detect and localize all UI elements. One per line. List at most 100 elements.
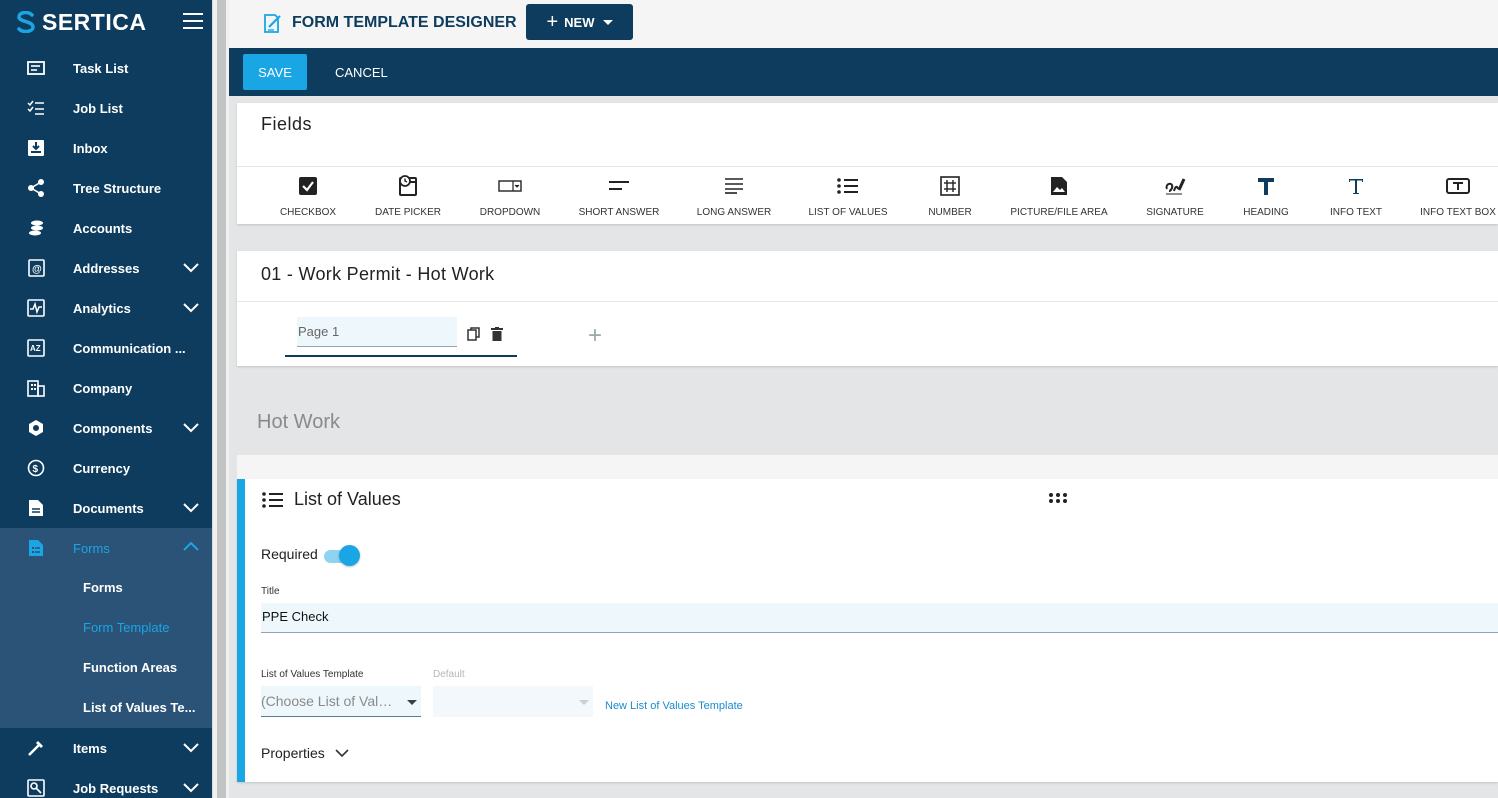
add-page-icon[interactable]: + xyxy=(588,322,602,350)
copy-icon[interactable] xyxy=(467,327,481,341)
sidebar-item-communication[interactable]: AZ Communication ... xyxy=(0,328,212,368)
sidebar-item-job-requests[interactable]: Job Requests xyxy=(0,768,212,798)
tool-checkbox[interactable]: CHECKBOX xyxy=(279,175,337,218)
chevron-up-icon[interactable] xyxy=(183,541,199,553)
properties-label: Properties xyxy=(261,745,325,761)
tool-date-picker[interactable]: DATE PICKER xyxy=(375,175,441,218)
caret-down-icon xyxy=(407,700,417,705)
picture-icon xyxy=(1034,175,1084,197)
menu-toggle-icon[interactable] xyxy=(183,13,203,31)
short-answer-icon xyxy=(594,175,644,197)
caret-down-icon xyxy=(579,700,589,705)
new-button-label: NEW xyxy=(564,14,595,30)
scrollbar-thumb[interactable] xyxy=(217,0,226,798)
tool-label: NUMBER xyxy=(928,207,972,218)
chevron-down-icon[interactable] xyxy=(183,501,199,513)
tool-dropdown[interactable]: DROPDOWN xyxy=(480,175,540,218)
new-lov-template-link[interactable]: New List of Values Template xyxy=(605,700,743,712)
components-icon xyxy=(26,418,46,438)
tool-label: DROPDOWN xyxy=(479,207,541,218)
tool-label: DATE PICKER xyxy=(375,207,441,218)
chevron-down-icon[interactable] xyxy=(183,741,199,753)
title-label: Title xyxy=(261,586,280,597)
lov-template-label: List of Values Template xyxy=(261,669,364,680)
submenu-item-function-areas[interactable]: Function Areas xyxy=(0,648,212,688)
sidebar-item-task-list[interactable]: Task List xyxy=(0,48,212,88)
forms-icon xyxy=(26,538,46,558)
sidebar-item-items[interactable]: Items xyxy=(0,728,212,768)
divider xyxy=(237,166,1498,167)
sidebar-item-inbox[interactable]: Inbox xyxy=(0,128,212,168)
tool-number[interactable]: NUMBER xyxy=(925,175,975,218)
analytics-icon xyxy=(26,298,46,318)
date-picker-icon xyxy=(383,175,433,197)
sidebar-item-job-list[interactable]: Job List xyxy=(0,88,212,128)
tool-info-text-box[interactable]: INFO TEXT BOX xyxy=(1420,175,1496,218)
sidebar-item-label: Items xyxy=(73,740,107,756)
forms-submenu: Forms Form Template Function Areas List … xyxy=(0,568,212,728)
properties-toggle[interactable]: Properties xyxy=(261,745,349,761)
chevron-down-icon[interactable] xyxy=(183,421,199,433)
tool-label: LONG ANSWER xyxy=(696,207,772,218)
page-tab[interactable]: Page 1 xyxy=(285,317,517,357)
tool-short-answer[interactable]: SHORT ANSWER xyxy=(579,175,659,218)
fields-panel: Fields CHECKBOX DATE PICKER DROPDOWN SHO… xyxy=(237,103,1498,224)
sidebar-item-label: Task List xyxy=(73,60,129,76)
chevron-down-icon[interactable] xyxy=(183,301,199,313)
page-name-input[interactable]: Page 1 xyxy=(297,317,457,347)
title-input[interactable]: PPE Check xyxy=(261,603,1498,633)
sidebar-item-label: Job Requests xyxy=(73,780,159,796)
submenu-item-list-of-values-templates[interactable]: List of Values Te... xyxy=(0,688,212,728)
tool-long-answer[interactable]: LONG ANSWER xyxy=(697,175,771,218)
items-icon xyxy=(26,738,46,758)
sidebar-item-label: Analytics xyxy=(73,300,131,316)
job-list-icon xyxy=(26,98,46,118)
submenu-item-form-template[interactable]: Form Template xyxy=(0,608,212,648)
tool-list-of-values[interactable]: LIST OF VALUES xyxy=(808,175,888,218)
cancel-button[interactable]: CANCEL xyxy=(321,54,402,90)
fields-panel-title: Fields xyxy=(261,114,313,134)
plus-icon: + xyxy=(546,11,559,33)
tool-heading[interactable]: HEADING xyxy=(1241,175,1291,218)
field-card-list-of-values[interactable]: List of Values Required Title PPE Check … xyxy=(237,479,1498,782)
tool-label: CHECKBOX xyxy=(279,207,337,218)
svg-text:$: $ xyxy=(33,464,39,475)
chevron-down-icon[interactable] xyxy=(183,261,199,273)
sidebar-item-tree-structure[interactable]: Tree Structure xyxy=(0,168,212,208)
tool-signature[interactable]: SIGNATURE xyxy=(1146,175,1204,218)
lov-template-select[interactable]: (Choose List of Values Template) xyxy=(261,686,421,717)
sidebar-scrollbar[interactable] xyxy=(212,0,229,798)
sidebar-item-analytics[interactable]: Analytics xyxy=(0,288,212,328)
sertica-logo-icon xyxy=(17,11,35,33)
task-list-icon xyxy=(26,58,46,78)
tool-picture-file-area[interactable]: PICTURE/FILE AREA xyxy=(1010,175,1108,218)
sidebar-item-accounts[interactable]: Accounts xyxy=(0,208,212,248)
svg-text:AZ: AZ xyxy=(30,344,41,353)
brand-logo[interactable]: SERTICA xyxy=(16,9,146,35)
tree-structure-icon xyxy=(26,178,46,198)
tool-label: INFO TEXT BOX xyxy=(1420,207,1496,218)
new-button[interactable]: + NEW xyxy=(526,4,633,40)
sidebar-item-forms[interactable]: Forms xyxy=(0,528,212,568)
sidebar-item-label: Addresses xyxy=(73,260,140,276)
sidebar-item-company[interactable]: Company xyxy=(0,368,212,408)
chevron-down-icon[interactable] xyxy=(183,781,199,793)
sidebar-item-components[interactable]: Components xyxy=(0,408,212,448)
sidebar-item-label: Inbox xyxy=(73,140,108,156)
field-type-header: List of Values xyxy=(262,489,401,510)
required-toggle[interactable] xyxy=(324,545,360,567)
addresses-icon: @ xyxy=(26,258,46,278)
submenu-item-forms[interactable]: Forms xyxy=(0,568,212,608)
sidebar-item-documents[interactable]: Documents xyxy=(0,488,212,528)
save-button[interactable]: SAVE xyxy=(243,54,307,90)
sidebar-item-label: Accounts xyxy=(73,220,133,236)
checkbox-icon xyxy=(283,175,333,197)
tool-label: LIST OF VALUES xyxy=(808,207,888,218)
tool-label: HEADING xyxy=(1243,207,1289,218)
tool-label: INFO TEXT xyxy=(1329,207,1383,218)
tool-info-text[interactable]: INFO TEXT xyxy=(1329,175,1383,218)
sidebar-item-addresses[interactable]: @ Addresses xyxy=(0,248,212,288)
drag-handle-icon[interactable] xyxy=(1048,492,1068,504)
trash-icon[interactable] xyxy=(491,327,503,341)
sidebar-item-currency[interactable]: $ Currency xyxy=(0,448,212,488)
